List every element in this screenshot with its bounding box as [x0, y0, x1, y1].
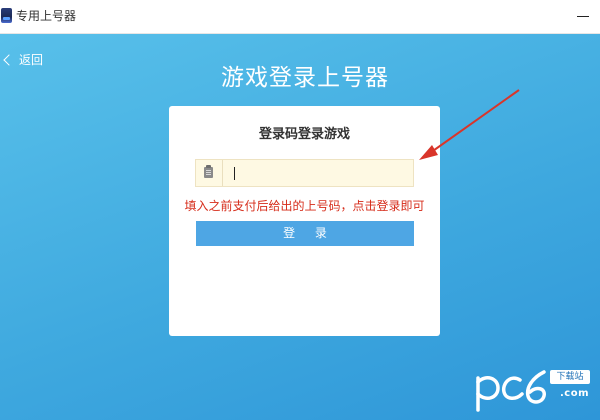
text-cursor: [234, 167, 235, 180]
minimize-button[interactable]: [570, 4, 596, 28]
login-code-field[interactable]: [195, 159, 414, 187]
app-icon: [1, 8, 12, 23]
login-button[interactable]: 登 录: [196, 221, 414, 246]
app-window: 专用上号器 返回 游戏登录上号器 登录码登录游戏 填入之前支付后给出的上号码，点…: [0, 0, 600, 420]
hint-text: 填入之前支付后给出的上号码，点击登录即可: [184, 199, 425, 213]
clipboard-icon: [204, 165, 213, 178]
main-content: 返回 游戏登录上号器 登录码登录游戏 填入之前支付后给出的上号码，点击登录即可 …: [0, 34, 600, 420]
watermark-badge: 下载站: [550, 370, 590, 384]
card-title: 登录码登录游戏: [258, 127, 350, 142]
page-title: 游戏登录上号器: [221, 65, 389, 91]
watermark-domain: .com: [559, 388, 589, 399]
login-code-input[interactable]: [226, 162, 406, 184]
login-card: 登录码登录游戏 填入之前支付后给出的上号码，点击登录即可 登 录: [169, 106, 440, 336]
window-title: 专用上号器: [16, 9, 77, 23]
watermark: 下载站 .com: [472, 364, 590, 414]
field-icon-box: [196, 160, 223, 186]
title-bar: 专用上号器: [0, 0, 600, 34]
